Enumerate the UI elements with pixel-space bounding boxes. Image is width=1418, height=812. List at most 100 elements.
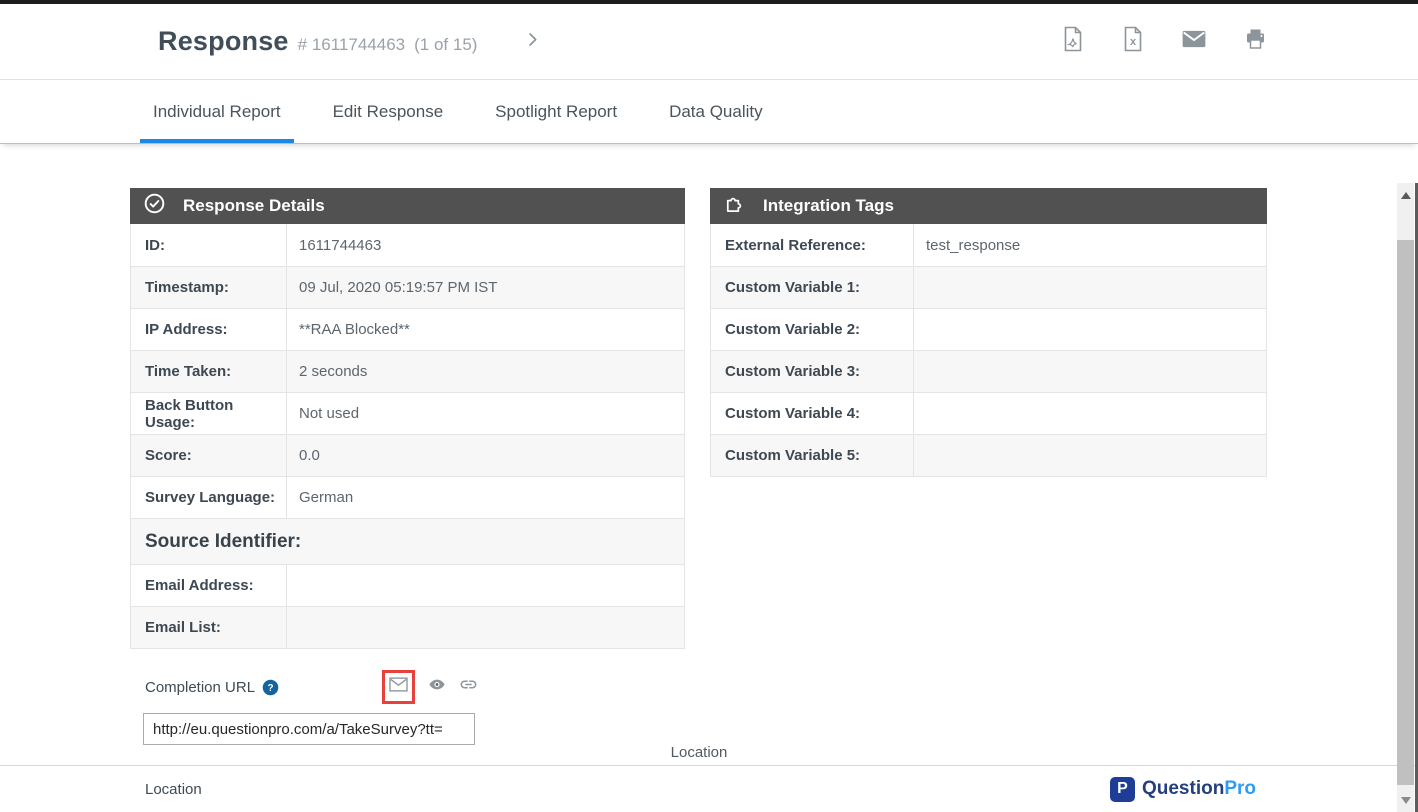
- row-label: ID:: [131, 224, 287, 266]
- email-response-button[interactable]: [1181, 28, 1207, 55]
- response-details-header: Response Details: [130, 188, 685, 224]
- row-value: 0.0: [287, 435, 684, 476]
- table-row: Custom Variable 1:: [711, 266, 1266, 308]
- row-value: [914, 267, 1266, 308]
- table-row: Custom Variable 5:: [711, 434, 1266, 476]
- title-group: Response # 1611744463 (1 of 15): [158, 26, 477, 57]
- triangle-up-icon: [1401, 192, 1411, 199]
- scroll-down-button[interactable]: [1397, 792, 1414, 808]
- check-circle-icon: [143, 192, 166, 220]
- row-label: Custom Variable 2:: [711, 309, 914, 350]
- copy-link-button[interactable]: [459, 675, 478, 699]
- row-value: Not used: [287, 393, 684, 434]
- envelope-icon: [1181, 28, 1207, 55]
- app-header: Response # 1611744463 (1 of 15) x: [0, 4, 1418, 80]
- footer-location-label: Location: [145, 781, 202, 798]
- eye-icon: [428, 677, 446, 697]
- chevron-right-icon: [523, 30, 542, 54]
- brand-name-dark: Question: [1142, 778, 1224, 799]
- tab-edit-response[interactable]: Edit Response: [320, 80, 457, 143]
- response-number: # 1611744463: [298, 35, 405, 55]
- table-row: Time Taken: 2 seconds: [131, 350, 684, 392]
- row-label: Custom Variable 3:: [711, 351, 914, 392]
- row-label: Back Button Usage:: [131, 393, 287, 434]
- page-title: Response: [158, 26, 289, 57]
- row-label: Score:: [131, 435, 287, 476]
- table-row: Score: 0.0: [131, 434, 684, 476]
- location-section-title: Location: [0, 744, 1398, 761]
- scroll-up-button[interactable]: [1397, 187, 1414, 203]
- export-toolbar: x: [1061, 26, 1268, 57]
- row-value: 2 seconds: [287, 351, 684, 392]
- table-row: Source Identifier:: [131, 518, 684, 564]
- completion-url-label: Completion URL: [145, 679, 255, 696]
- print-button[interactable]: [1243, 27, 1268, 56]
- printer-icon: [1243, 27, 1268, 56]
- table-row: External Reference: test_response: [711, 224, 1266, 266]
- export-excel-button[interactable]: x: [1121, 26, 1145, 57]
- row-label: External Reference:: [711, 224, 914, 266]
- row-value: [914, 435, 1266, 476]
- link-icon: [459, 675, 478, 699]
- row-label: Time Taken:: [131, 351, 287, 392]
- envelope-outline-icon: [388, 676, 409, 698]
- row-value: [287, 565, 684, 606]
- completion-url-input[interactable]: [143, 713, 475, 745]
- annotation-highlight-box: [382, 670, 415, 704]
- table-row: Custom Variable 3:: [711, 350, 1266, 392]
- questionpro-logo-icon: P: [1110, 777, 1135, 802]
- tab-spotlight-report[interactable]: Spotlight Report: [482, 80, 630, 143]
- row-value: 1611744463: [287, 224, 684, 266]
- puzzle-piece-icon: [723, 192, 746, 220]
- row-label: Custom Variable 1:: [711, 267, 914, 308]
- svg-text:?: ?: [268, 683, 274, 694]
- integration-tags-panel: Integration Tags External Reference: tes…: [710, 188, 1267, 477]
- report-tabbar: Individual Report Edit Response Spotligh…: [0, 80, 1418, 143]
- integration-tags-rows: External Reference: test_response Custom…: [710, 224, 1267, 477]
- help-icon[interactable]: ?: [262, 679, 279, 696]
- table-row: IP Address: **RAA Blocked**: [131, 308, 684, 350]
- panel-title: Integration Tags: [763, 196, 894, 216]
- vertical-scrollbar[interactable]: [1397, 183, 1414, 812]
- row-value: [287, 607, 684, 648]
- response-position: (1 of 15): [414, 35, 477, 55]
- table-row: Custom Variable 4:: [711, 392, 1266, 434]
- triangle-down-icon: [1401, 797, 1411, 804]
- row-label: Email List:: [131, 607, 287, 648]
- send-email-button[interactable]: [388, 676, 409, 698]
- panel-title: Response Details: [183, 196, 325, 216]
- row-value: 09 Jul, 2020 05:19:57 PM IST: [287, 267, 684, 308]
- table-row: Survey Language: German: [131, 476, 684, 518]
- row-value: **RAA Blocked**: [287, 309, 684, 350]
- row-label: IP Address:: [131, 309, 287, 350]
- table-row: Email Address:: [131, 564, 684, 606]
- report-content: Response Details ID: 1611744463 Timestam…: [0, 143, 1418, 812]
- table-row: ID: 1611744463: [131, 224, 684, 266]
- row-label: Custom Variable 4:: [711, 393, 914, 434]
- preview-button[interactable]: [428, 677, 446, 697]
- tab-individual-report[interactable]: Individual Report: [140, 80, 294, 143]
- questionpro-logo[interactable]: P QuestionPro: [1110, 777, 1256, 802]
- response-details-panel: Response Details ID: 1611744463 Timestam…: [130, 188, 685, 649]
- integration-tags-header: Integration Tags: [710, 188, 1267, 224]
- row-label: Custom Variable 5:: [711, 435, 914, 476]
- footer: Location P QuestionPro: [0, 766, 1396, 812]
- export-pdf-button[interactable]: [1061, 26, 1085, 57]
- row-label: Email Address:: [131, 565, 287, 606]
- row-label: Timestamp:: [131, 267, 287, 308]
- next-response-button[interactable]: [523, 30, 542, 54]
- response-details-rows: ID: 1611744463 Timestamp: 09 Jul, 2020 0…: [130, 224, 685, 649]
- table-row: Email List:: [131, 606, 684, 648]
- row-label: Survey Language:: [131, 477, 287, 518]
- table-row: Custom Variable 2:: [711, 308, 1266, 350]
- tab-data-quality[interactable]: Data Quality: [656, 80, 776, 143]
- row-value: German: [287, 477, 684, 518]
- svg-text:x: x: [1130, 36, 1137, 48]
- row-value: [914, 309, 1266, 350]
- excel-file-icon: x: [1121, 26, 1145, 57]
- scrollbar-thumb[interactable]: [1397, 240, 1414, 785]
- pdf-file-icon: [1061, 26, 1085, 57]
- row-value: [914, 351, 1266, 392]
- table-row: Timestamp: 09 Jul, 2020 05:19:57 PM IST: [131, 266, 684, 308]
- row-value: test_response: [914, 224, 1266, 266]
